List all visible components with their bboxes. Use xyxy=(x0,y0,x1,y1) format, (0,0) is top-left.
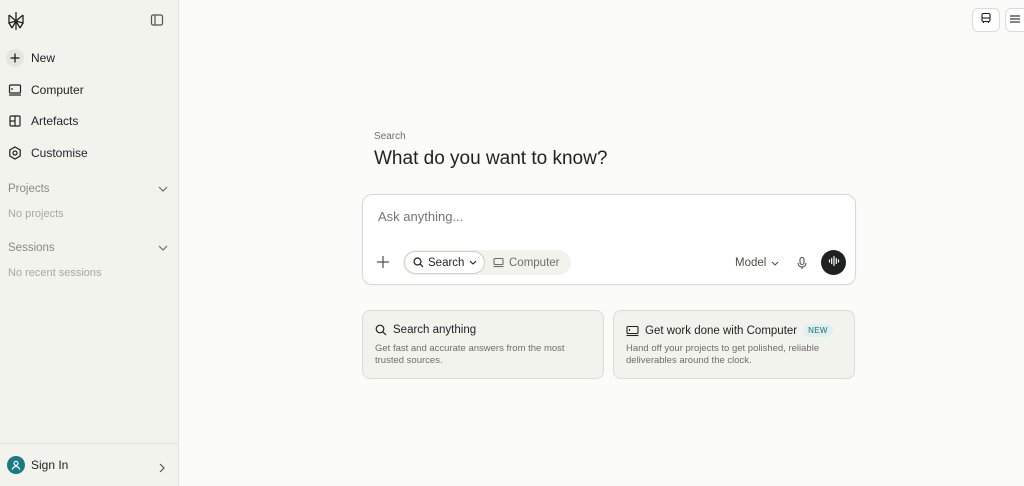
computer-icon xyxy=(493,257,504,268)
projects-empty-text: No projects xyxy=(8,208,64,220)
chevron-down-icon[interactable] xyxy=(158,183,168,195)
sidebar-item-computer[interactable]: Computer xyxy=(0,76,179,104)
sidebar-item-customise[interactable]: Customise xyxy=(0,139,179,167)
computer-icon xyxy=(626,325,639,337)
search-anything-card[interactable]: Search anything Get fast and accurate an… xyxy=(362,310,604,379)
card-title: Search anything xyxy=(393,324,477,336)
search-icon xyxy=(413,257,424,268)
menu-button[interactable] xyxy=(1005,8,1024,32)
card-title: Get work done with Computer xyxy=(645,324,798,337)
computer-card[interactable]: Get work done with Computer NEW Hand off… xyxy=(613,310,855,379)
sidebar-item-label: Computer xyxy=(31,83,84,97)
chevron-down-icon xyxy=(469,260,477,265)
sidebar: New Computer Artefacts Customise Project… xyxy=(0,0,179,486)
chevron-down-icon[interactable] xyxy=(158,242,168,254)
card-description: Hand off your projects to get polished, … xyxy=(626,343,820,366)
mode-label: Search xyxy=(374,131,406,142)
sidebar-item-label: New xyxy=(31,51,56,65)
search-mode-label: Search xyxy=(428,256,465,269)
spaces-button[interactable] xyxy=(972,8,1000,32)
sidebar-item-artefacts[interactable]: Artefacts xyxy=(0,107,179,135)
sessions-label: Sessions xyxy=(8,242,55,254)
chevron-down-icon xyxy=(771,261,779,266)
sidebar-item-new[interactable]: New xyxy=(0,44,179,72)
mode-switcher: Search Computer xyxy=(403,250,571,275)
waveform-icon xyxy=(828,254,840,272)
microphone-icon[interactable] xyxy=(795,256,809,270)
search-mode-button[interactable]: Search xyxy=(404,251,485,274)
hamburger-icon xyxy=(1010,11,1020,29)
avatar-icon xyxy=(7,456,25,474)
model-label: Model xyxy=(735,257,767,269)
ask-input[interactable] xyxy=(378,209,818,224)
sessions-section-header[interactable]: Sessions xyxy=(8,242,168,254)
sidebar-item-label: Customise xyxy=(31,146,88,160)
sign-in-button[interactable]: Sign In xyxy=(0,443,179,486)
attach-plus-icon[interactable] xyxy=(376,255,390,269)
new-badge: NEW xyxy=(803,324,833,337)
projects-section-header[interactable]: Projects xyxy=(8,183,168,195)
plus-icon xyxy=(6,49,24,67)
sidebar-toggle-icon[interactable] xyxy=(150,13,164,27)
logo-icon[interactable] xyxy=(7,11,25,31)
projects-label: Projects xyxy=(8,183,50,195)
sessions-empty-text: No recent sessions xyxy=(8,267,102,279)
sidebar-item-label: Artefacts xyxy=(31,114,79,128)
bus-icon xyxy=(980,11,992,29)
card-description: Get fast and accurate answers from the m… xyxy=(375,343,565,366)
voice-mode-button[interactable] xyxy=(821,250,846,275)
page-title: What do you want to know? xyxy=(374,148,608,169)
artefacts-icon xyxy=(8,114,22,128)
composer: Search Computer Model xyxy=(362,194,856,285)
chevron-right-icon xyxy=(159,460,165,478)
sign-in-label: Sign In xyxy=(31,458,69,472)
computer-mode-label: Computer xyxy=(509,256,560,269)
search-icon xyxy=(375,324,387,336)
customise-icon xyxy=(8,146,22,160)
model-selector[interactable]: Model xyxy=(735,257,779,269)
computer-mode-button[interactable]: Computer xyxy=(493,250,560,275)
computer-icon xyxy=(8,83,22,97)
